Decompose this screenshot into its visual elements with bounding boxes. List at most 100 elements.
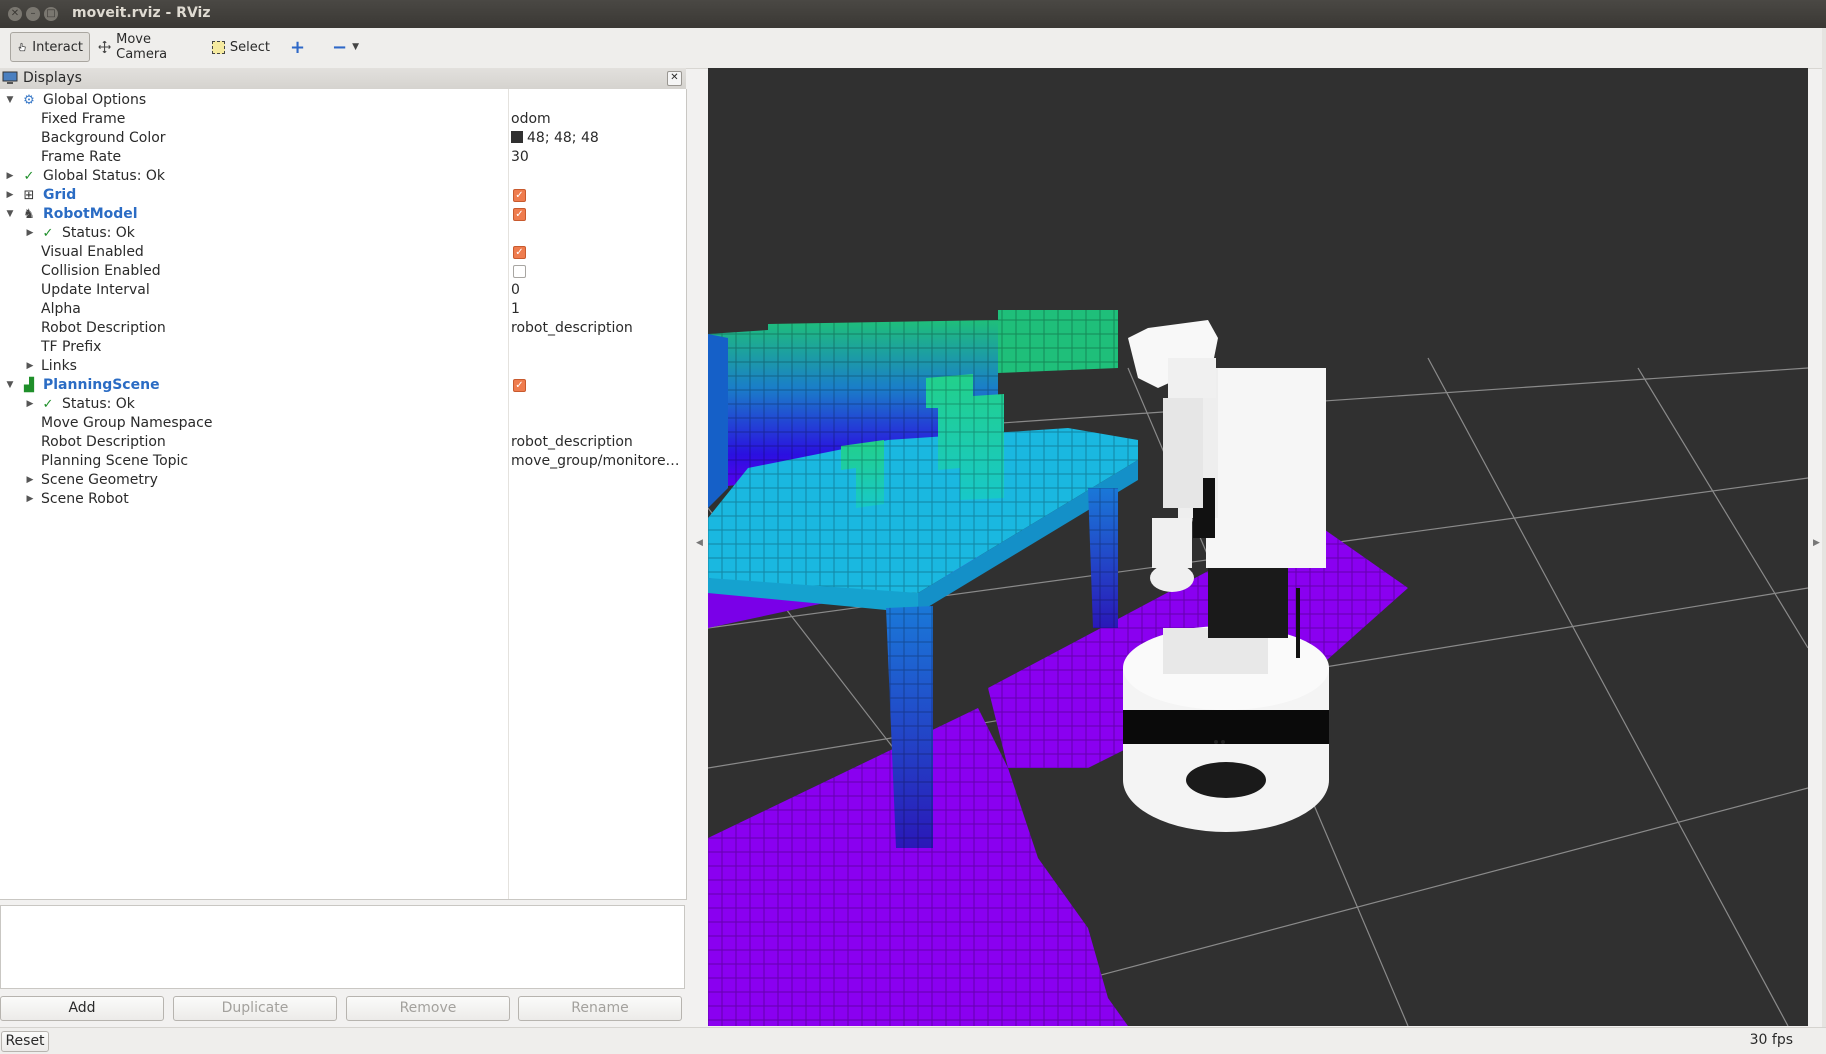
- add-tool-button[interactable]: +: [284, 32, 312, 62]
- remove-display-button[interactable]: Remove: [346, 996, 510, 1021]
- 3d-render-viewport[interactable]: [708, 68, 1808, 1026]
- tree-row-scene-geometry[interactable]: ▶ Scene Geometry: [0, 471, 686, 490]
- add-display-button[interactable]: Add: [0, 996, 164, 1021]
- expand-arrow-icon[interactable]: ▶: [4, 186, 16, 205]
- expand-arrow-icon[interactable]: ▶: [4, 167, 16, 186]
- tree-row-label: Frame Rate: [41, 149, 122, 165]
- tree-row-label: Scene Robot: [41, 491, 129, 507]
- enabled-checkbox[interactable]: ✓: [513, 208, 526, 221]
- interact-tool-button[interactable]: Interact: [10, 32, 90, 62]
- expand-arrow-icon[interactable]: ▼: [4, 205, 16, 224]
- expand-arrow-icon[interactable]: ▶: [24, 357, 36, 376]
- collision-enabled-checkbox[interactable]: [513, 265, 526, 278]
- move-camera-tool-button[interactable]: Move Camera: [92, 32, 196, 62]
- tree-row-value[interactable]: odom: [511, 110, 551, 129]
- grid-icon: ⊞: [23, 188, 35, 203]
- enabled-checkbox[interactable]: ✓: [513, 379, 526, 392]
- expand-arrow-icon[interactable]: ▼: [4, 91, 16, 110]
- tree-row-label: TF Prefix: [41, 339, 102, 355]
- toolbar: Interact Move Camera Select + − ▼: [0, 28, 1826, 69]
- tree-row-tf-prefix[interactable]: TF Prefix: [0, 338, 686, 357]
- tree-row-label: Move Group Namespace: [41, 415, 213, 431]
- tree-row-robot-description[interactable]: Robot Description robot_description: [0, 319, 686, 338]
- tree-row-robot-model[interactable]: ▼ ♞ RobotModel ✓: [0, 205, 686, 224]
- tree-row-value[interactable]: 48; 48; 48: [511, 129, 599, 148]
- window-titlebar: ✕ – □ moveit.rviz - RViz: [0, 0, 1826, 28]
- minimize-window-icon[interactable]: –: [26, 7, 40, 21]
- tree-row-label: Planning Scene Topic: [41, 453, 189, 469]
- tree-row-planning-scene[interactable]: ▼ ▟ PlanningScene ✓: [0, 376, 686, 395]
- tree-row-global-options[interactable]: ▼ ⚙ Global Options: [0, 91, 686, 110]
- tree-row-scene-robot-description[interactable]: Robot Description robot_description: [0, 433, 686, 452]
- remove-tool-dropdown[interactable]: − ▼: [326, 32, 364, 62]
- tree-row-value[interactable]: move_group/monitore…: [511, 452, 680, 471]
- chevron-down-icon: ▼: [352, 42, 360, 52]
- tree-row-value[interactable]: 0: [511, 281, 520, 300]
- tree-row-label: Robot Description: [41, 320, 166, 336]
- tree-row-scene-robot[interactable]: ▶ Scene Robot: [0, 490, 686, 509]
- tree-row-label: Links: [41, 358, 77, 374]
- tree-row-value[interactable]: 30: [511, 148, 529, 167]
- tree-row-alpha[interactable]: Alpha 1: [0, 300, 686, 319]
- expand-arrow-icon[interactable]: ▶: [24, 471, 36, 490]
- select-tool-button[interactable]: Select: [206, 32, 276, 62]
- maximize-window-icon[interactable]: □: [44, 7, 58, 21]
- rename-display-button[interactable]: Rename: [518, 996, 682, 1021]
- checkmark-icon: ✓: [42, 226, 54, 241]
- duplicate-display-button[interactable]: Duplicate: [173, 996, 337, 1021]
- color-swatch: [511, 131, 523, 143]
- tree-row-global-status[interactable]: ▶ ✓ Global Status: Ok: [0, 167, 686, 186]
- table-voxels: [708, 428, 1138, 848]
- tree-row-update-interval[interactable]: Update Interval 0: [0, 281, 686, 300]
- tree-row-label: Collision Enabled: [41, 263, 161, 279]
- robot-icon: ♞: [23, 207, 35, 222]
- move-camera-icon: [98, 40, 111, 54]
- gear-icon: ⚙: [23, 93, 35, 108]
- tree-row-value[interactable]: robot_description: [511, 319, 633, 338]
- tree-row-label: Robot Description: [41, 434, 166, 450]
- tree-row-label: Global Status: Ok: [43, 168, 166, 184]
- tree-row-value[interactable]: robot_description: [511, 433, 633, 452]
- tree-row-label: Fixed Frame: [41, 111, 126, 127]
- minus-icon: −: [332, 36, 348, 58]
- fps-readout: 30 fps: [1749, 1032, 1793, 1048]
- tree-row-visual-enabled[interactable]: Visual Enabled ✓: [0, 243, 686, 262]
- tree-row-planning-scene-topic[interactable]: Planning Scene Topic move_group/monitore…: [0, 452, 686, 471]
- visual-enabled-checkbox[interactable]: ✓: [513, 246, 526, 259]
- 3d-scene: [708, 310, 1808, 1026]
- close-panel-icon[interactable]: ✕: [667, 71, 682, 86]
- reset-button[interactable]: Reset: [1, 1031, 49, 1052]
- enabled-checkbox[interactable]: ✓: [513, 189, 526, 202]
- plus-icon: +: [290, 36, 306, 58]
- splitter-right-arrow-icon[interactable]: ▶: [1813, 538, 1820, 548]
- tree-row-scene-status[interactable]: ▶ ✓ Status: Ok: [0, 395, 686, 414]
- status-bar: Reset 30 fps: [0, 1027, 1826, 1054]
- display-description-box: [0, 905, 685, 989]
- expand-arrow-icon[interactable]: ▼: [4, 376, 16, 395]
- background-color-value: 48; 48; 48: [527, 130, 599, 146]
- close-window-icon[interactable]: ✕: [8, 7, 22, 21]
- tree-row-robot-status[interactable]: ▶ ✓ Status: Ok: [0, 224, 686, 243]
- tree-row-collision-enabled[interactable]: Collision Enabled: [0, 262, 686, 281]
- tree-row-label: Status: Ok: [62, 396, 135, 412]
- hand-pointer-icon: [18, 42, 26, 52]
- tree-row-frame-rate[interactable]: Frame Rate 30: [0, 148, 686, 167]
- tree-row-label: Grid: [43, 187, 77, 203]
- select-box-icon: [212, 40, 225, 54]
- splitter-left-arrow-icon[interactable]: ◀: [696, 538, 703, 548]
- tree-row-label: Scene Geometry: [41, 472, 158, 488]
- tree-row-grid[interactable]: ▶ ⊞ Grid ✓: [0, 186, 686, 205]
- tree-row-links[interactable]: ▶ Links: [0, 357, 686, 376]
- tree-row-value[interactable]: 1: [511, 300, 520, 319]
- displays-panel-header: Displays ✕: [0, 68, 686, 90]
- tree-row-label: RobotModel: [43, 206, 138, 222]
- tree-row-background-color[interactable]: Background Color 48; 48; 48: [0, 129, 686, 148]
- tree-row-fixed-frame[interactable]: Fixed Frame odom: [0, 110, 686, 129]
- move-camera-label: Move Camera: [116, 32, 168, 62]
- expand-arrow-icon[interactable]: ▶: [24, 490, 36, 509]
- tree-row-move-group-namespace[interactable]: Move Group Namespace: [0, 414, 686, 433]
- expand-arrow-icon[interactable]: ▶: [24, 224, 36, 243]
- expand-arrow-icon[interactable]: ▶: [24, 395, 36, 414]
- checkmark-icon: ✓: [42, 397, 54, 412]
- planning-scene-icon: ▟: [24, 378, 34, 393]
